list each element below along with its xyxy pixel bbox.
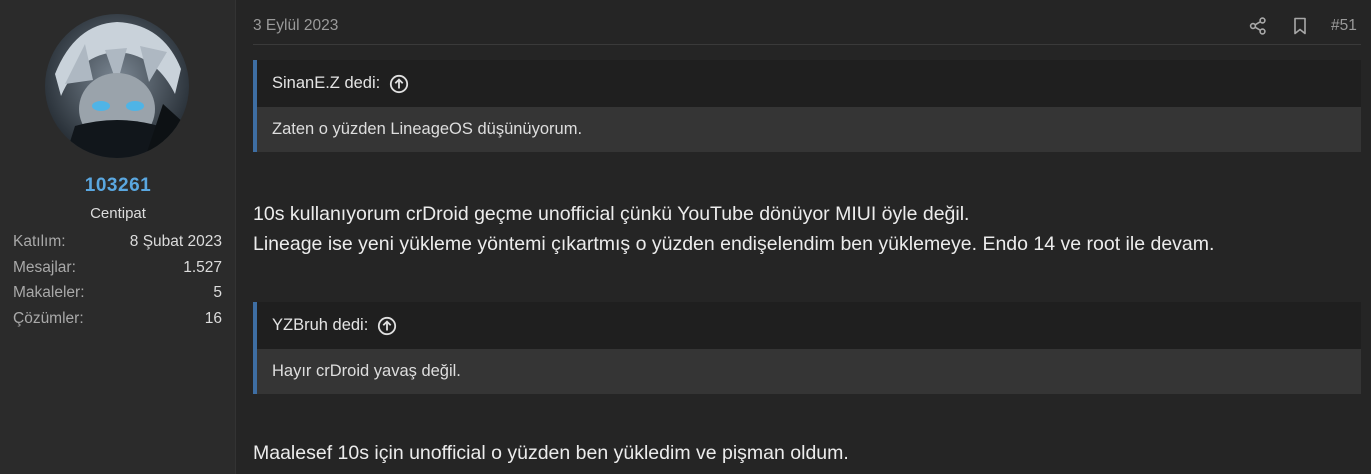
quote-block: SinanE.Z dedi: Zaten o yüzden LineageOS … [253,60,1361,152]
quote-text: Zaten o yüzden LineageOS düşünüyorum. [257,107,1361,152]
bookmark-icon[interactable] [1290,16,1310,36]
avatar[interactable] [45,14,189,158]
share-icon[interactable] [1248,16,1268,36]
stat-value: 8 Şubat 2023 [129,233,222,250]
post-number[interactable]: #51 [1331,17,1357,35]
arrow-up-icon[interactable] [377,316,397,336]
stat-solutions: Çözümler: 16 [13,310,222,336]
post-paragraph: Lineage ise yeni yükleme yöntemi çıkartm… [253,233,1215,255]
post-paragraph: Maalesef 10s için unofficial o yüzden be… [253,442,849,464]
username[interactable]: 103261 [0,175,236,197]
stat-value: 16 [204,309,222,327]
stat-articles: Makaleler: 5 [13,284,222,310]
quote-author[interactable]: SinanE.Z dedi: [257,60,1361,107]
user-stats: Katılım: 8 Şubat 2023 Mesajlar: 1.527 Ma… [13,233,222,335]
stat-joined: Katılım: 8 Şubat 2023 [13,233,222,259]
stat-label: Katılım: [13,233,66,250]
stat-label: Makaleler: [13,284,85,301]
quote-block: YZBruh dedi: Hayır crDroid yavaş değil. [253,302,1361,394]
user-sidebar: 103261 Centipat Katılım: 8 Şubat 2023 Me… [0,0,236,474]
stat-value: 5 [213,284,222,301]
post-paragraph: 10s kullanıyorum crDroid geçme unofficia… [253,203,970,225]
quote-author[interactable]: YZBruh dedi: [257,302,1361,349]
quote-author-label: SinanE.Z dedi: [272,74,381,92]
stat-messages: Mesajlar: 1.527 [13,259,222,285]
stat-label: Çözümler: [13,309,84,327]
quote-text: Hayır crDroid yavaş değil. [257,349,1361,394]
stat-value: 1.527 [183,258,222,276]
quote-author-label: YZBruh dedi: [272,316,369,334]
post-date[interactable]: 3 Eylül 2023 [253,17,338,35]
arrow-up-icon[interactable] [389,74,409,94]
user-title: Centipat [90,205,146,222]
post-header: 3 Eylül 2023 #51 [253,12,1361,45]
stat-label: Mesajlar: [13,258,76,276]
